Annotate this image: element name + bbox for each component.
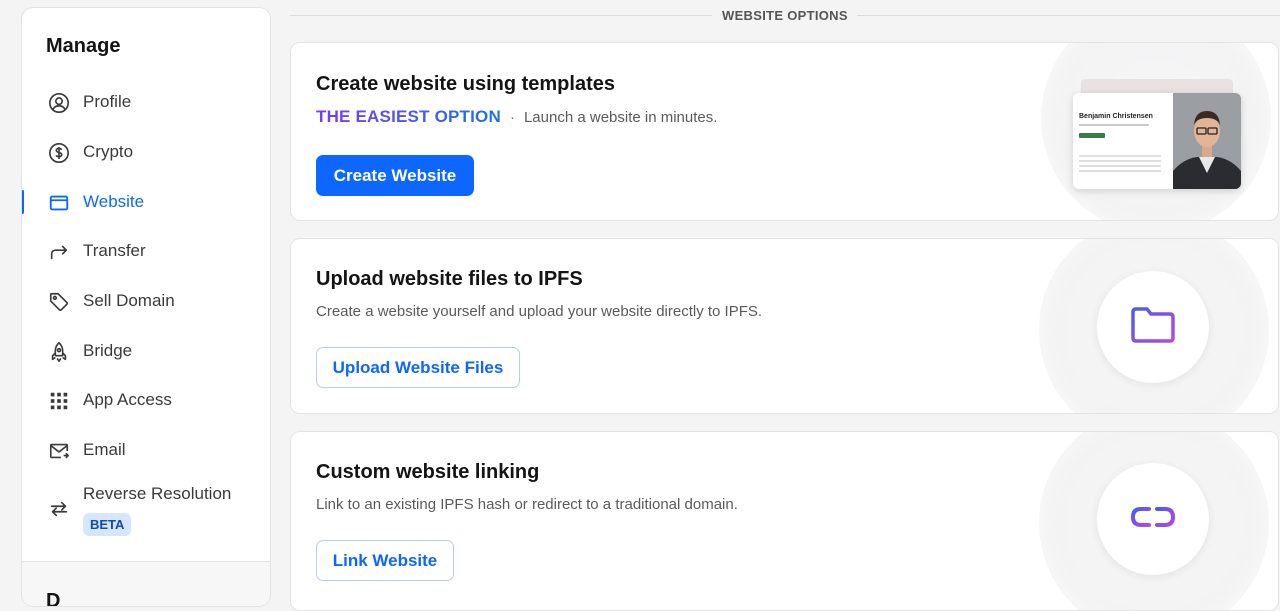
card-desc: Link to an existing IPFS hash or redirec… [316,496,738,513]
beta-badge: BETA [83,513,132,536]
user-circle-icon [48,92,70,114]
swap-arrows-icon [48,498,70,520]
separator-dot: · [509,108,515,126]
sidebar: Manage Profile Crypto Website Transfer S… [21,7,271,607]
folder-icon [1130,306,1176,349]
browser-window-icon [48,192,70,214]
create-website-button[interactable]: Create Website [316,155,474,196]
sidebar-item-label: Website [83,192,145,211]
section-divider [857,15,1280,16]
sidebar-footer-title: D [46,590,61,607]
sidebar-item-bridge[interactable]: Bridge [22,331,270,371]
arrow-forward-icon [48,241,70,263]
sidebar-item-crypto[interactable]: Crypto [22,132,270,172]
sidebar-item-label: Reverse Resolution [83,484,232,503]
grid-dots-icon [48,390,70,412]
sidebar-item-label: Bridge [83,341,133,360]
card-ipfs: Upload website files to IPFS Create a we… [290,238,1279,414]
link-website-button[interactable]: Link Website [316,540,454,581]
preview-portrait-image [1173,93,1241,189]
section-title: WEBSITE OPTIONS [722,8,848,23]
card-linking: Custom website linking Link to an existi… [290,431,1279,611]
sidebar-item-label: Email [83,440,126,459]
easiest-option-badge: THE EASIEST OPTION [316,107,501,126]
template-preview-stack [1081,79,1233,93]
price-tag-icon [48,291,70,313]
template-preview: Benjamin Christensen [1073,93,1241,189]
active-indicator [22,190,24,214]
sidebar-item-transfer[interactable]: Transfer [22,231,270,271]
card-desc: Create a website yourself and upload you… [316,303,763,320]
card-templates: Create website using templates THE EASIE… [290,42,1279,221]
sidebar-item-label: Profile [83,92,132,111]
sidebar-title: Manage [46,35,121,57]
preview-text-lines [1079,155,1161,175]
preview-name: Benjamin Christensen [1079,113,1153,120]
icon-circle [1097,271,1209,383]
upload-website-files-button[interactable]: Upload Website Files [316,347,520,388]
icon-circle [1097,463,1209,575]
card-subtitle: THE EASIEST OPTION · Launch a website in… [316,107,717,127]
card-title: Custom website linking [316,461,540,483]
envelope-icon [48,440,70,462]
sidebar-item-label: Transfer [83,241,146,260]
preview-subtitle-line [1079,124,1149,126]
sidebar-item-label: Sell Domain [83,291,175,310]
card-desc: Launch a website in minutes. [523,108,718,126]
sidebar-item-label: Crypto [83,142,134,161]
sidebar-item-website[interactable]: Website [22,182,270,222]
sidebar-item-reverse-resolution[interactable]: Reverse Resolution [22,474,270,544]
sidebar-item-profile[interactable]: Profile [22,82,270,122]
dollar-circle-icon [48,142,70,164]
card-title: Create website using templates [316,73,615,95]
sidebar-item-app-access[interactable]: App Access [22,380,270,420]
sidebar-footer: D [22,562,270,607]
link-icon [1130,505,1176,534]
card-title: Upload website files to IPFS [316,268,583,290]
rocket-icon [48,341,70,363]
sidebar-item-email[interactable]: Email [22,430,270,470]
sidebar-item-label: App Access [83,390,172,409]
section-divider [290,15,712,16]
section-header: WEBSITE OPTIONS [290,0,1280,30]
sidebar-item-sell-domain[interactable]: Sell Domain [22,281,270,321]
preview-button [1079,133,1105,138]
